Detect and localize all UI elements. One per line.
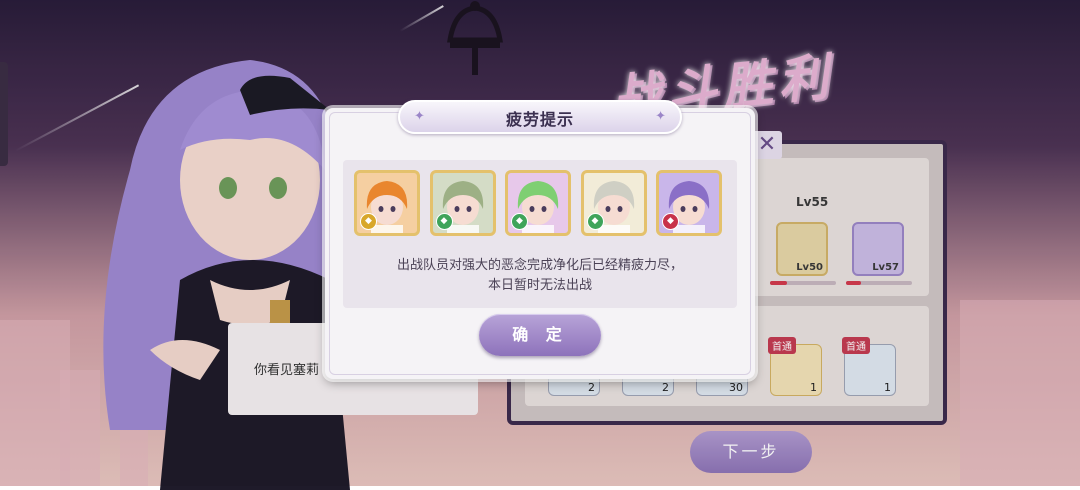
- attribute-badge-icon: ◆: [511, 213, 528, 230]
- fatigue-modal: ✦ 疲劳提示 ✦ ◆ ◆ ◆ ◆ ◆ 出战队员对强大的恶念完成净化后已经精疲力尽， 本日…: [325, 100, 755, 379]
- character-card-green-hair-2: ◆: [505, 170, 571, 236]
- confirm-button[interactable]: 确 定: [479, 314, 601, 356]
- modal-title: 疲劳提示: [505, 110, 574, 129]
- character-card-green-hair-1: ◆: [429, 170, 496, 236]
- character-card-orange-hair: ◆: [354, 170, 420, 236]
- fatigue-message-line2: 本日暂时无法出战: [487, 278, 592, 293]
- character-card-silver-hair: ◆: [580, 170, 647, 236]
- fatigue-message-line1: 出战队员对强大的恶念完成净化后已经精疲力尽，: [396, 258, 683, 273]
- attribute-badge-icon: ◆: [586, 213, 604, 230]
- attribute-badge-icon: ◆: [360, 213, 377, 230]
- modal-content: ◆ ◆ ◆ ◆ ◆ 出战队员对强大的恶念完成净化后已经精疲力尽， 本日暂时无法出战: [343, 160, 737, 308]
- character-card-purple-hair: ◆: [656, 170, 722, 236]
- sparkle-icon: ✦: [655, 109, 666, 124]
- attribute-badge-icon: ◆: [662, 213, 679, 230]
- attribute-badge-icon: ◆: [435, 213, 453, 230]
- modal-title-bar: ✦ 疲劳提示 ✦: [398, 100, 682, 134]
